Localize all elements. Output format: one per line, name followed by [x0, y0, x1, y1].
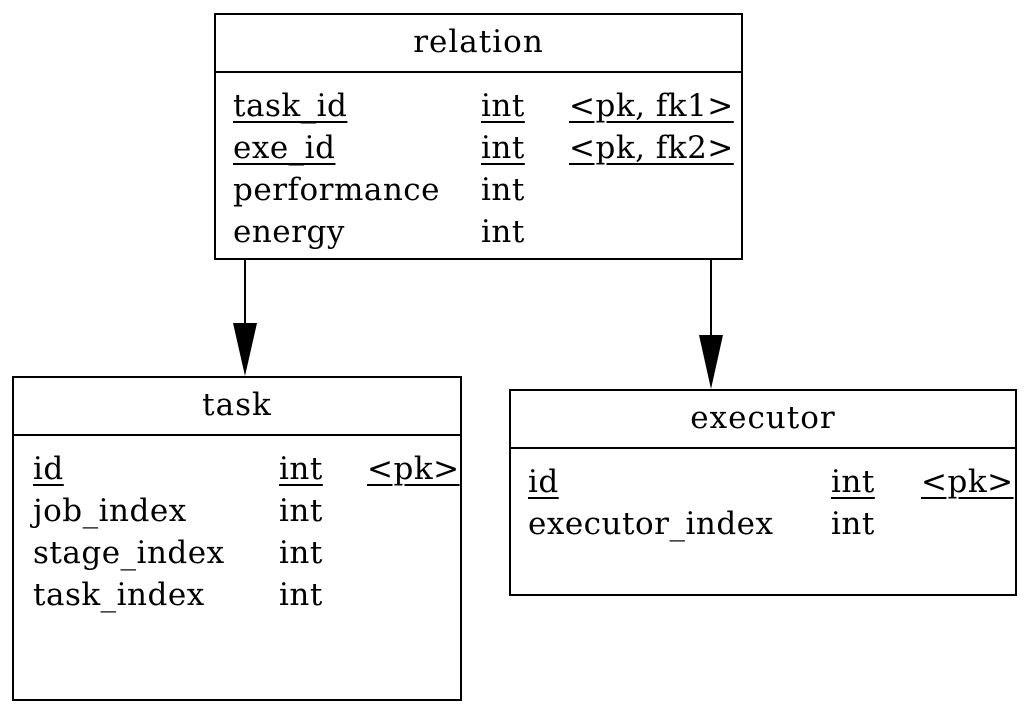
column-type: int — [481, 88, 525, 124]
column-row[interactable]: task_id int <pk, fk1> — [216, 85, 741, 127]
column-key: <pk, fk1> — [569, 88, 734, 124]
entity-relation[interactable]: relation task_id int <pk, fk1> exe_id int <pk… — [214, 13, 743, 260]
column-key: <pk, fk2> — [569, 130, 734, 166]
entity-title: executor — [511, 391, 1015, 449]
column-row[interactable]: job_index int — [14, 490, 460, 532]
arrowhead-icon — [699, 335, 723, 389]
column-name: performance — [233, 172, 441, 208]
column-name: exe_id — [233, 130, 336, 166]
entity-task[interactable]: task id int <pk> job_index int stage_index int… — [12, 376, 462, 701]
column-name: id — [528, 464, 559, 500]
column-type: int — [279, 535, 323, 571]
column-key: <pk> — [367, 451, 460, 487]
column-name: executor_index — [528, 506, 774, 542]
column-name: task_id — [233, 88, 348, 124]
link-relation-executor[interactable] — [699, 260, 723, 389]
column-type: int — [831, 506, 875, 542]
column-type: int — [481, 214, 525, 250]
column-name: id — [33, 451, 64, 487]
column-row[interactable]: stage_index int — [14, 532, 460, 574]
column-row[interactable]: executor_index int — [511, 503, 1015, 545]
column-type: int — [481, 172, 525, 208]
column-type: int — [831, 464, 875, 500]
column-row[interactable]: performance int — [216, 169, 741, 211]
link-relation-task[interactable] — [233, 260, 257, 376]
column-name: job_index — [33, 493, 187, 529]
entity-executor[interactable]: executor id int <pk> executor_index int — [509, 389, 1017, 596]
column-type: int — [279, 451, 323, 487]
arrowhead-icon — [233, 323, 257, 376]
column-type: int — [279, 493, 323, 529]
column-name: energy — [233, 214, 345, 250]
column-type: int — [279, 577, 323, 613]
column-row[interactable]: task_index int — [14, 574, 460, 616]
column-row[interactable]: id int <pk> — [14, 448, 460, 490]
column-row[interactable]: id int <pk> — [511, 461, 1015, 503]
column-row[interactable]: exe_id int <pk, fk2> — [216, 127, 741, 169]
column-type: int — [481, 130, 525, 166]
column-name: task_index — [33, 577, 205, 613]
column-key: <pk> — [921, 464, 1014, 500]
column-name: stage_index — [33, 535, 225, 571]
column-row[interactable]: energy int — [216, 211, 741, 253]
entity-title: task — [14, 378, 460, 436]
entity-title: relation — [216, 15, 741, 73]
